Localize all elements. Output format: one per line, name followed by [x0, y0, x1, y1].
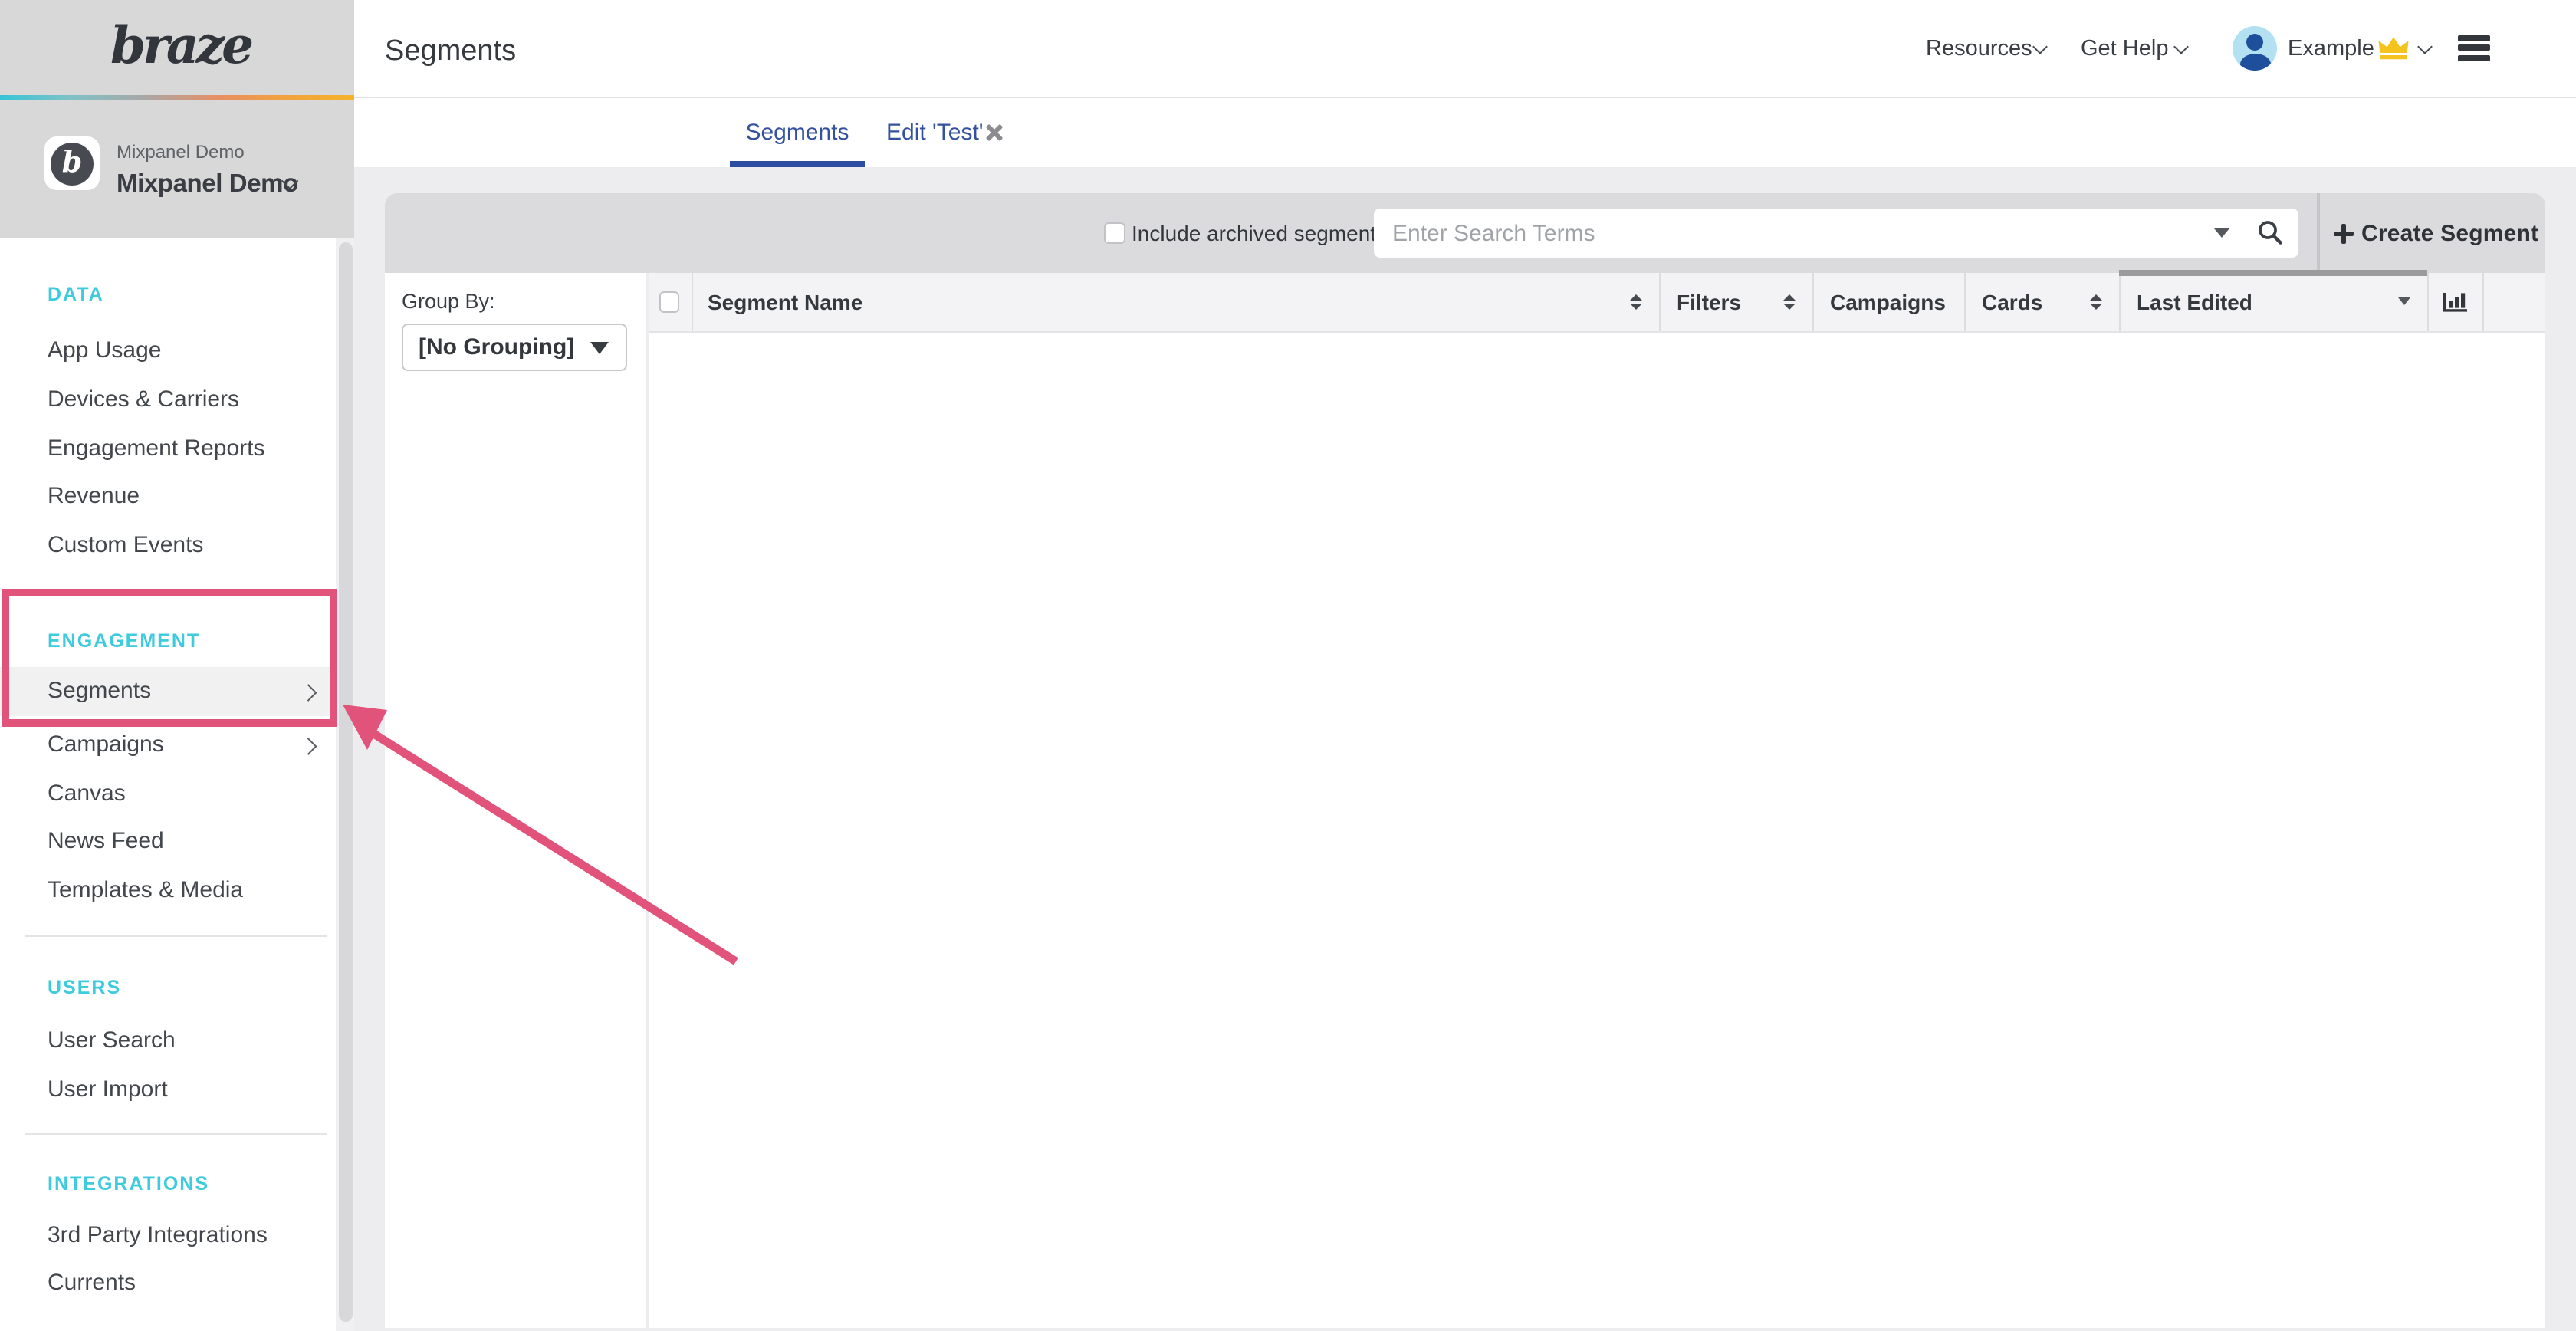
- sidebar-item-3rd-party-integrations[interactable]: 3rd Party Integrations: [0, 1218, 336, 1254]
- avatar-person-icon: [2239, 53, 2270, 70]
- sidebar-section-engagement: ENGAGEMENT: [48, 630, 200, 652]
- sort-icon: [1783, 294, 1795, 310]
- sidebar-divider: [25, 1133, 327, 1135]
- sort-icon: [2089, 294, 2101, 310]
- sidebar-item-devices-carriers[interactable]: Devices & Carriers: [0, 382, 336, 419]
- column-cards[interactable]: Cards: [1963, 273, 2118, 330]
- column-filters[interactable]: Filters: [1658, 273, 1812, 330]
- crown-icon: [2377, 35, 2410, 61]
- tab-edit-test[interactable]: Edit 'Test': [886, 97, 984, 167]
- braze-dashboard: braze b Mixpanel Demo Mixpanel Demo DATA…: [0, 0, 2576, 1331]
- sidebar-scrollbar-thumb[interactable]: [338, 242, 352, 1322]
- sidebar-section-users: USERS: [48, 977, 121, 998]
- column-label: Cards: [1982, 290, 2042, 314]
- sidebar-item-canvas[interactable]: Canvas: [0, 776, 336, 813]
- sort-desc-icon: [2397, 298, 2410, 306]
- workspace-icon: b: [44, 136, 100, 190]
- sidebar-item-segments[interactable]: Segments: [0, 673, 336, 710]
- close-icon[interactable]: [986, 123, 1003, 140]
- segments-toolbar: Include archived segments Create Segment: [385, 193, 2545, 273]
- table-header-row: Segment Name Filters Campaigns Cards Las…: [648, 273, 2545, 332]
- tab-bar: Segments Edit 'Test': [354, 97, 2576, 167]
- search-input[interactable]: [1374, 209, 2298, 258]
- sidebar-section-data: DATA: [48, 284, 104, 305]
- sidebar-item-revenue[interactable]: Revenue: [0, 478, 336, 515]
- sidebar-item-campaigns[interactable]: Campaigns: [0, 727, 336, 764]
- search-dropdown-caret-icon[interactable]: [2214, 228, 2229, 238]
- select-all-checkbox[interactable]: [659, 291, 680, 312]
- menu-icon[interactable]: [2458, 35, 2490, 61]
- select-all-checkbox-cell: [648, 273, 691, 330]
- sort-icon: [1629, 294, 1641, 310]
- toolbar-divider: [2317, 193, 2319, 273]
- braze-logo[interactable]: braze: [110, 15, 251, 75]
- sidebar: DATA App Usage Devices & Carriers Engage…: [0, 238, 336, 1331]
- dropdown-caret-icon: [590, 342, 609, 354]
- sorted-column-indicator: [2118, 270, 2426, 276]
- sidebar-item-engagement-reports[interactable]: Engagement Reports: [0, 431, 336, 468]
- workspace-company-label: Mixpanel Demo: [117, 141, 245, 163]
- column-segment-name[interactable]: Segment Name: [691, 273, 1658, 330]
- workspace-name: Mixpanel Demo: [117, 169, 298, 199]
- include-archived-checkbox[interactable]: [1104, 222, 1125, 243]
- avatar[interactable]: [2233, 25, 2277, 70]
- sidebar-item-user-search[interactable]: User Search: [0, 1023, 336, 1060]
- column-campaigns[interactable]: Campaigns: [1812, 273, 1963, 330]
- sidebar-item-custom-events[interactable]: Custom Events: [0, 527, 336, 564]
- bar-chart-icon: [2442, 291, 2468, 314]
- create-segment-button[interactable]: Create Segment: [2334, 193, 2538, 273]
- column-label: Filters: [1677, 290, 1741, 314]
- sidebar-item-news-feed[interactable]: News Feed: [0, 823, 336, 860]
- group-by-panel: Group By: [No Grouping]: [385, 273, 646, 1327]
- resources-menu[interactable]: Resources: [1926, 36, 2032, 61]
- create-segment-label: Create Segment: [2361, 220, 2538, 246]
- sidebar-item-app-usage[interactable]: App Usage: [0, 333, 336, 370]
- page-title: Segments: [385, 35, 516, 68]
- sidebar-item-templates-media[interactable]: Templates & Media: [0, 873, 336, 909]
- column-analytics[interactable]: [2426, 273, 2482, 330]
- column-label: Campaigns: [1830, 290, 1946, 314]
- group-by-value: [No Grouping]: [419, 334, 574, 360]
- column-label: Segment Name: [708, 290, 863, 314]
- group-by-dropdown[interactable]: [No Grouping]: [402, 324, 627, 371]
- sidebar-divider: [25, 935, 327, 937]
- column-label: Last Edited: [2137, 290, 2252, 314]
- avatar-person-icon: [2246, 34, 2263, 51]
- sidebar-section-integrations: INTEGRATIONS: [48, 1173, 209, 1195]
- group-by-label: Group By:: [402, 290, 495, 313]
- include-archived-label: Include archived segments: [1132, 221, 1387, 245]
- tab-segments[interactable]: Segments: [730, 97, 865, 167]
- plus-icon: [2334, 223, 2354, 243]
- column-last-edited[interactable]: Last Edited: [2118, 273, 2426, 330]
- get-help-menu[interactable]: Get Help: [2081, 36, 2168, 61]
- user-name[interactable]: Example: [2288, 36, 2374, 61]
- search-icon[interactable]: [2257, 219, 2285, 247]
- sidebar-item-currents[interactable]: Currents: [0, 1265, 336, 1302]
- sidebar-item-user-import[interactable]: User Import: [0, 1072, 336, 1109]
- braze-b-icon: b: [51, 142, 94, 185]
- segments-table: Segment Name Filters Campaigns Cards Las…: [648, 273, 2545, 1327]
- column-filler: [2482, 273, 2545, 330]
